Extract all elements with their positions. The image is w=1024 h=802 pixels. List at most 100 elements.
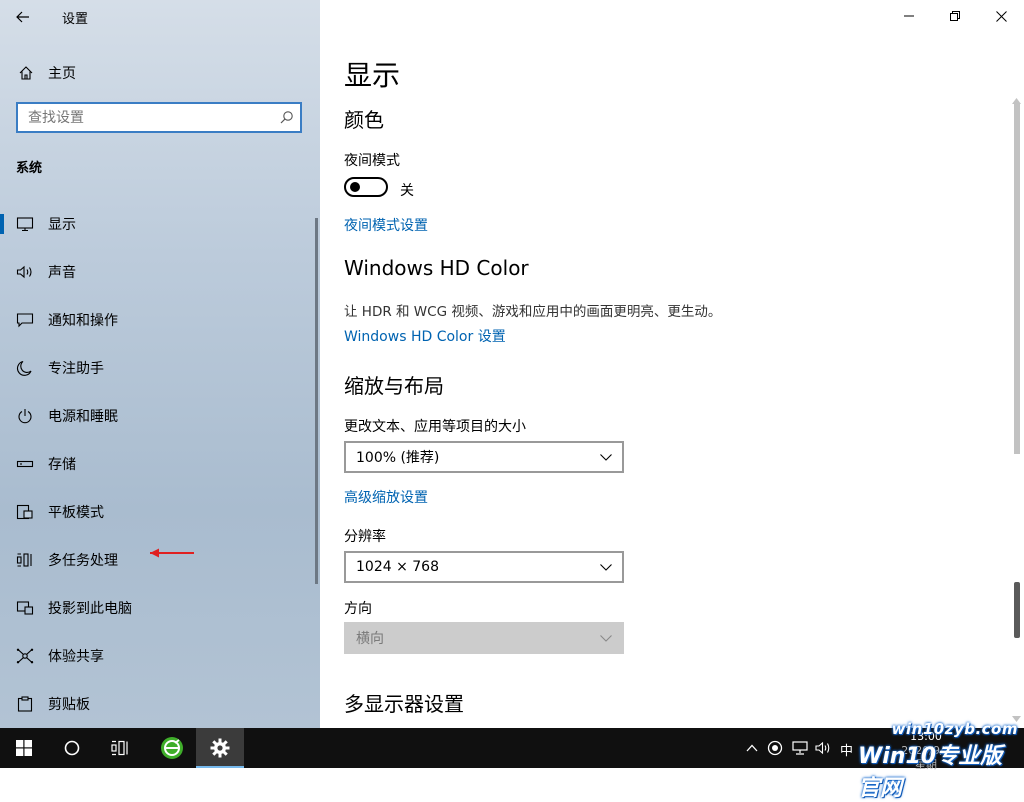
search-button[interactable]	[48, 728, 96, 768]
sidebar-item-display[interactable]: 显示	[0, 200, 320, 248]
chevron-down-icon	[600, 563, 612, 571]
cortana-circle-icon	[64, 740, 80, 756]
back-button[interactable]	[6, 2, 40, 32]
scale-value: 100% (推荐)	[356, 450, 440, 466]
sidebar-item-label: 投影到此电脑	[48, 601, 132, 617]
navigation-pane: 设置 主页 系统 显示 声音 通知和操作	[0, 0, 320, 728]
sidebar-scrollbar[interactable]	[315, 218, 318, 584]
toggle-knob	[350, 182, 360, 192]
settings-app-button[interactable]	[196, 728, 244, 768]
resolution-dropdown[interactable]: 1024 × 768	[344, 551, 624, 583]
multi-display-heading: 多显示器设置	[344, 692, 464, 716]
chevron-up-icon[interactable]	[744, 740, 760, 756]
sidebar-item-shared-experiences[interactable]: 体验共享	[0, 632, 320, 680]
minimize-button[interactable]	[886, 0, 932, 32]
sidebar-item-label: 剪贴板	[48, 697, 90, 713]
close-icon	[995, 10, 1007, 22]
sidebar-item-notifications[interactable]: 通知和操作	[0, 296, 320, 344]
storage-icon	[16, 455, 34, 473]
title-bar: 设置	[0, 0, 320, 34]
sidebar-item-label: 电源和睡眠	[48, 409, 118, 425]
night-light-state: 关	[400, 183, 414, 199]
watermark-site: Win10专业版官网	[858, 744, 1003, 801]
search-icon[interactable]	[279, 110, 294, 129]
home-icon	[18, 65, 34, 81]
chevron-down-icon	[600, 634, 612, 642]
scrollbar-thumb[interactable]	[1014, 582, 1020, 638]
restore-icon	[950, 11, 960, 21]
notification-icon	[16, 311, 34, 329]
sidebar-item-power[interactable]: 电源和睡眠	[0, 392, 320, 440]
sidebar-item-label: 显示	[48, 217, 76, 233]
sidebar-list: 显示 声音 通知和操作 专注助手 电源和睡眠 存储 平板模式 多任务处理 投影到…	[0, 200, 320, 728]
scrollbar-track[interactable]	[1014, 104, 1020, 454]
resolution-label: 分辨率	[344, 529, 386, 545]
minimize-icon	[904, 15, 914, 17]
section-heading: 系统	[16, 161, 43, 176]
share-icon	[16, 647, 34, 665]
color-heading: 颜色	[344, 108, 384, 132]
gear-icon	[210, 738, 230, 758]
close-button[interactable]	[978, 0, 1024, 32]
back-arrow-icon	[16, 11, 29, 23]
sidebar-item-multitasking[interactable]: 多任务处理	[0, 536, 320, 584]
sidebar-item-project[interactable]: 投影到此电脑	[0, 584, 320, 632]
ime-indicator[interactable]: 中	[840, 740, 853, 759]
orientation-value: 横向	[356, 631, 384, 647]
app-title: 设置	[62, 12, 89, 27]
night-light-settings-link[interactable]: 夜间模式设置	[344, 215, 428, 235]
chevron-down-icon	[600, 453, 612, 461]
night-light-label: 夜间模式	[344, 153, 400, 169]
resolution-value: 1024 × 768	[356, 559, 439, 575]
night-light-toggle[interactable]	[344, 177, 388, 197]
clipboard-icon	[16, 695, 34, 713]
project-icon	[16, 599, 34, 617]
search-input[interactable]	[18, 104, 268, 131]
sidebar-item-storage[interactable]: 存储	[0, 440, 320, 488]
multitask-icon	[16, 551, 34, 569]
start-button[interactable]	[0, 728, 48, 768]
watermark-url: win10zyb.com	[891, 720, 1018, 738]
sidebar-item-tablet-mode[interactable]: 平板模式	[0, 488, 320, 536]
watermark: win10zyb.com Win10专业版官网	[858, 720, 1024, 801]
network-icon[interactable]	[792, 740, 808, 756]
content-scrollbar[interactable]	[1009, 96, 1024, 728]
hdr-settings-link[interactable]: Windows HD Color 设置	[344, 326, 506, 346]
sidebar-item-focus-assist[interactable]: 专注助手	[0, 344, 320, 392]
moon-icon	[16, 359, 34, 377]
content-pane: 显示 颜色 夜间模式 关 夜间模式设置 Windows HD Color 让 H…	[320, 0, 1024, 728]
scale-layout-heading: 缩放与布局	[344, 374, 444, 398]
sidebar-item-sound[interactable]: 声音	[0, 248, 320, 296]
record-icon[interactable]	[767, 740, 783, 756]
sidebar-item-clipboard[interactable]: 剪贴板	[0, 680, 320, 728]
home-label: 主页	[48, 66, 76, 82]
sidebar-item-label: 多任务处理	[48, 553, 118, 569]
annotation-arrow	[150, 548, 194, 558]
sidebar-item-label: 存储	[48, 457, 76, 473]
browser-app-button[interactable]	[148, 728, 196, 768]
sidebar-item-label: 声音	[48, 265, 76, 281]
sidebar-item-label: 通知和操作	[48, 313, 118, 329]
tablet-icon	[16, 503, 34, 521]
scale-dropdown[interactable]: 100% (推荐)	[344, 441, 624, 473]
hdr-heading: Windows HD Color	[344, 256, 529, 280]
sidebar-item-label: 平板模式	[48, 505, 104, 521]
browser-globe-icon	[161, 737, 183, 759]
page-title: 显示	[344, 59, 401, 92]
windows-logo-icon	[16, 740, 32, 756]
advanced-scaling-link[interactable]: 高级缩放设置	[344, 487, 428, 507]
task-view-button[interactable]	[96, 728, 144, 768]
sidebar-item-label: 专注助手	[48, 361, 104, 377]
scale-label: 更改文本、应用等项目的大小	[344, 419, 526, 435]
orientation-dropdown: 横向	[344, 622, 624, 654]
sidebar-item-home[interactable]: 主页	[0, 56, 320, 90]
power-icon	[16, 407, 34, 425]
hdr-description: 让 HDR 和 WCG 视频、游戏和应用中的画面更明亮、更生动。	[344, 304, 722, 320]
task-view-icon	[111, 740, 128, 756]
search-box[interactable]	[16, 102, 302, 133]
orientation-label: 方向	[344, 601, 372, 617]
speaker-icon	[16, 263, 34, 281]
restore-button[interactable]	[932, 0, 978, 32]
monitor-icon	[16, 215, 34, 233]
volume-icon[interactable]	[815, 740, 831, 756]
